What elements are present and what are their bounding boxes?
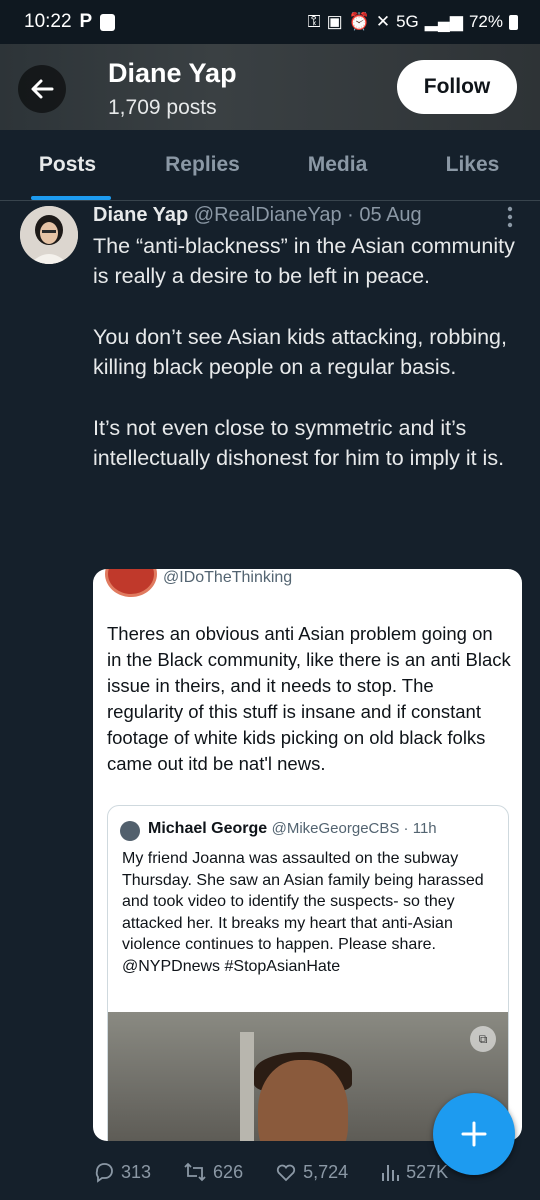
p-icon: P [79,11,93,32]
quoted-author-name: Michael George [148,820,268,837]
quoted-avatar [120,821,140,841]
signal-icon: ▂▄▆ [424,12,463,31]
clock: 10:22 [24,11,72,32]
back-button[interactable] [18,65,66,113]
more-options-button[interactable] [502,205,518,229]
repost-count: 626 [213,1161,244,1182]
quoted-text: My friend Joanna was assaulted on the su… [122,850,484,975]
profile-name: Diane Yap [108,58,237,88]
tab-likes[interactable]: Likes [405,130,540,200]
author-handle-date: @RealDianeYap · 05 Aug [193,204,422,226]
status-bar-left: 10:22 P [24,11,116,33]
profile-header: Diane Yap 1,709 posts Follow [0,44,540,130]
like-button[interactable]: 5,724 [275,1161,348,1183]
embedded-avatar [105,569,157,597]
tweet-image[interactable]: @IDoTheThinking Theres an obvious anti A… [93,569,522,1141]
person-face [258,1060,348,1141]
tab-media[interactable]: Media [270,130,405,200]
mute-icon: ✕ [375,12,391,31]
tweet-text: The “anti-blackness” in the Asian commun… [93,234,515,471]
tab-posts[interactable]: Posts [0,130,135,200]
lock-icon: ▣ [326,12,343,31]
like-count: 5,724 [303,1161,349,1182]
more-vertical-icon [507,206,513,228]
embedded-handle: @IDoTheThinking [163,569,293,586]
plus-icon [461,1121,487,1147]
subway-pole [240,1032,254,1141]
reply-icon [95,1163,113,1183]
views-button[interactable]: 527K [380,1161,448,1183]
quoted-handle-time: @MikeGeorgeCBS · 11h [271,820,437,837]
app-notification-icon [100,13,116,31]
battery-label: 72% [468,12,503,31]
repost-icon [184,1162,206,1182]
heart-icon [276,1164,296,1182]
alarm-icon: ⏰ [348,12,370,31]
tab-replies[interactable]: Replies [135,130,270,200]
quoted-header: Michael George @MikeGeorgeCBS · 11h [148,820,437,838]
avatar[interactable] [20,206,78,264]
network-label: 5G [396,12,419,31]
back-arrow-icon [31,79,54,99]
avatar-image [20,206,78,264]
follow-button[interactable]: Follow [397,60,517,114]
compose-button[interactable] [433,1093,515,1175]
battery-icon [509,14,518,30]
views-icon [382,1165,400,1181]
view-count: 527K [406,1161,449,1182]
embedded-text: Theres an obvious anti Asian problem goi… [107,623,511,774]
captions-icon: ⧉ [470,1026,496,1052]
repost-button[interactable]: 626 [183,1161,243,1183]
post-count: 1,709 posts [108,96,217,119]
reply-count: 313 [121,1161,152,1182]
author-name[interactable]: Diane Yap [93,204,188,226]
profile-tabs: Posts Replies Media Likes [0,130,540,201]
reply-button[interactable]: 313 [93,1161,151,1183]
quoted-tweet: Michael George @MikeGeorgeCBS · 11h My f… [107,805,509,1141]
status-bar: 10:22 P ⚿ ▣ ⏰ ✕ 5G ▂▄▆ 72% [0,0,540,44]
key-icon: ⚿ [307,12,321,31]
status-bar-right: ⚿ ▣ ⏰ ✕ 5G ▂▄▆ 72% [308,12,518,32]
tweet-header: Diane Yap @RealDianeYap · 05 Aug [93,204,422,227]
